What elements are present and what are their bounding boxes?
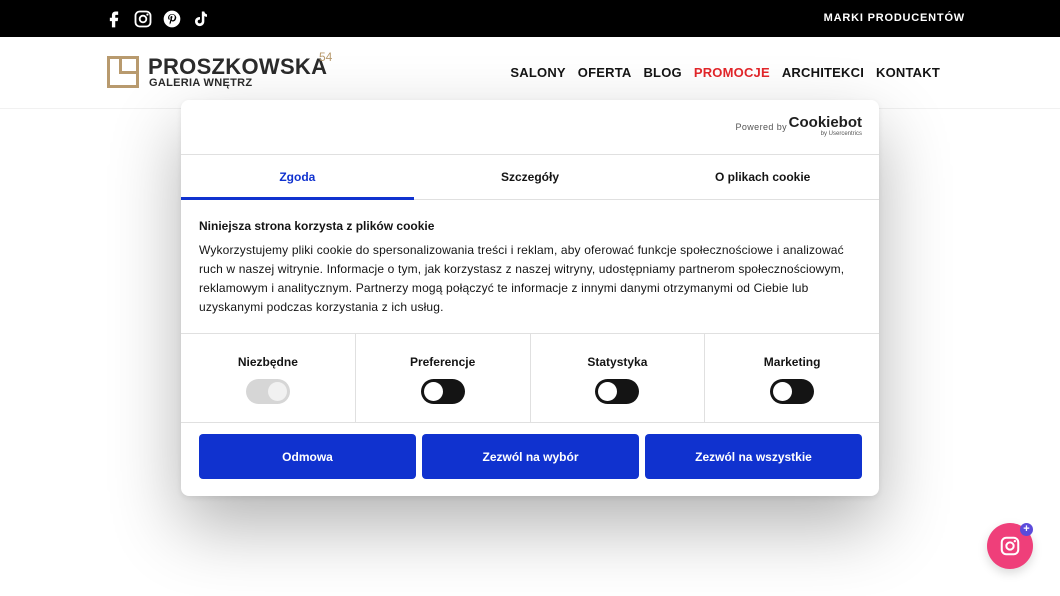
toggle-cell-niezbedne: Niezbędne (181, 334, 356, 422)
tab-o-plikach-cookie[interactable]: O plikach cookie (646, 155, 879, 199)
nav-item-architekci[interactable]: ARCHITEKCI (782, 65, 864, 80)
toggle-preferencje[interactable] (420, 379, 465, 404)
toggle-niezbedne (245, 379, 290, 404)
toggle-cell-marketing: Marketing (705, 334, 879, 422)
cookiebot-logo[interactable]: Cookiebot by Usercentrics (789, 115, 862, 138)
brands-link[interactable]: MARKI PRODUCENTÓW (824, 12, 965, 24)
allow-selection-button[interactable]: Zezwól na wybór (422, 434, 639, 479)
nav-item-promocje[interactable]: PROMOCJE (694, 65, 770, 80)
toggle-knob (267, 382, 287, 401)
dialog-title: Niniejsza strona korzysta z plików cooki… (199, 219, 435, 233)
logo-mark (107, 56, 139, 88)
facebook-icon[interactable] (104, 9, 124, 29)
instagram-icon (1000, 536, 1020, 556)
instagram-icon[interactable] (133, 9, 153, 29)
dialog-tabs: Zgoda Szczegóły O plikach cookie (181, 155, 879, 200)
nav-item-salony[interactable]: SALONY (510, 65, 565, 80)
consent-toggles: Niezbędne Preferencje Statystyka Marketi… (181, 333, 879, 423)
toggle-statystyka[interactable] (595, 379, 640, 404)
pinterest-icon[interactable] (162, 9, 182, 29)
dialog-header: Powered by Cookiebot by Usercentrics (181, 100, 879, 155)
toggle-marketing[interactable] (770, 379, 815, 404)
cookiebot-brand-sub: by Usercentrics (820, 131, 862, 137)
dialog-buttons: Odmowa Zezwól na wybór Zezwól na wszystk… (199, 434, 862, 479)
dialog-text: Wykorzystujemy pliki cookie do spersonal… (199, 243, 845, 314)
cookie-dialog: Powered by Cookiebot by Usercentrics Zgo… (181, 100, 879, 496)
toggle-label: Marketing (763, 355, 821, 369)
social-links (104, 9, 211, 29)
logo-number: 54 (319, 50, 333, 64)
toggle-knob (423, 382, 443, 401)
logo[interactable]: PROSZKOWSKA 54 GALERIA WNĘTRZ (107, 50, 347, 96)
tiktok-icon[interactable] (191, 9, 211, 29)
nav-item-blog[interactable]: BLOG (643, 65, 681, 80)
site-header: PROSZKOWSKA 54 GALERIA WNĘTRZ SALONY OFE… (0, 37, 1060, 109)
toggle-knob (773, 382, 793, 401)
nav-item-oferta[interactable]: OFERTA (578, 65, 632, 80)
powered-by-text: Powered by (735, 122, 787, 132)
cookiebot-brand: Cookiebot (788, 114, 862, 131)
toggle-cell-statystyka: Statystyka (531, 334, 706, 422)
top-bar: MARKI PRODUCENTÓW (0, 0, 1060, 37)
allow-all-button[interactable]: Zezwól na wszystkie (645, 434, 862, 479)
toggle-label: Statystyka (587, 355, 648, 369)
tab-szczegoly[interactable]: Szczegóły (414, 155, 647, 199)
toggle-cell-preferencje: Preferencje (356, 334, 531, 422)
main-nav: SALONY OFERTA BLOG PROMOCJE ARCHITEKCI K… (510, 65, 940, 80)
logo-subtitle: GALERIA WNĘTRZ (149, 77, 253, 89)
toggle-label: Preferencje (409, 355, 476, 369)
nav-item-kontakt[interactable]: KONTAKT (876, 65, 940, 80)
deny-button[interactable]: Odmowa (199, 434, 416, 479)
toggle-label: Niezbędne (237, 355, 298, 369)
toggle-knob (598, 382, 618, 401)
plus-badge: + (1020, 523, 1033, 536)
tab-zgoda[interactable]: Zgoda (181, 155, 414, 200)
